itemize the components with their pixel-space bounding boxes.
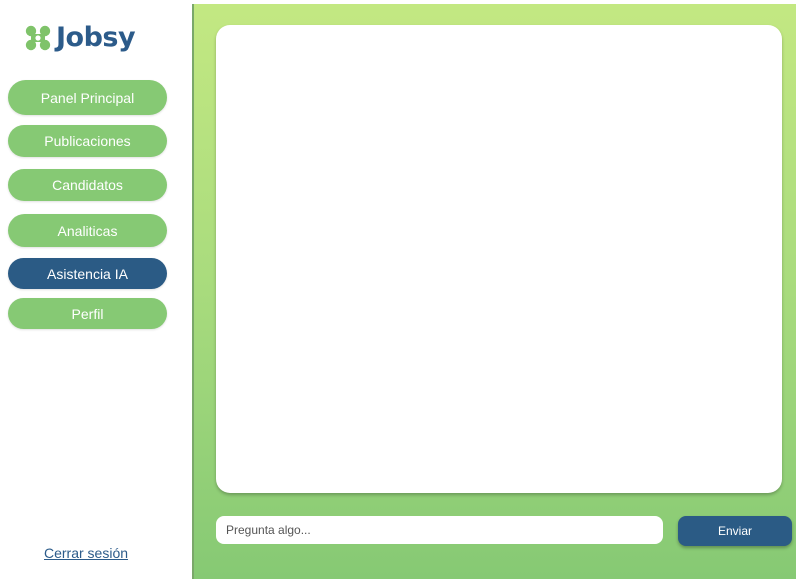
send-button[interactable]: Enviar — [678, 516, 792, 546]
sidebar-item-label: Candidatos — [52, 177, 123, 193]
logout-link[interactable]: Cerrar sesión — [44, 545, 128, 561]
sidebar: Jobsy Panel Principal Publicaciones Cand… — [0, 0, 192, 579]
sidebar-item-publicaciones[interactable]: Publicaciones — [8, 125, 167, 157]
sidebar-item-asistencia-ia[interactable]: Asistencia IA — [8, 258, 167, 289]
sidebar-item-candidatos[interactable]: Candidatos — [8, 169, 167, 201]
sidebar-item-panel-principal[interactable]: Panel Principal — [8, 80, 167, 115]
sidebar-item-label: Asistencia IA — [47, 265, 128, 282]
brand-logo[interactable]: Jobsy — [25, 22, 136, 53]
jobsy-logo-icon — [25, 25, 51, 50]
app: Jobsy Panel Principal Publicaciones Cand… — [0, 0, 796, 579]
sidebar-item-label: Publicaciones — [44, 133, 131, 149]
sidebar-item-label: Panel Principal — [40, 89, 135, 106]
chat-messages-panel — [216, 25, 782, 493]
main-content: Enviar — [192, 4, 796, 579]
sidebar-item-label: Perfil — [71, 305, 104, 322]
question-input[interactable] — [216, 516, 663, 544]
sidebar-item-perfil[interactable]: Perfil — [8, 298, 167, 329]
sidebar-item-label: Analiticas — [57, 222, 118, 239]
brand-name: Jobsy — [56, 22, 136, 53]
sidebar-item-analiticas[interactable]: Analiticas — [8, 214, 167, 247]
